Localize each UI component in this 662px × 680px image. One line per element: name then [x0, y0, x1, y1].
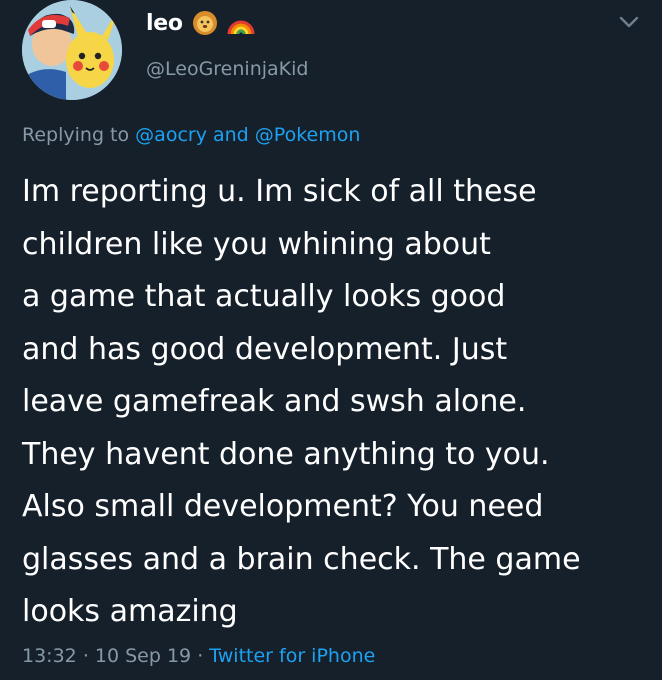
tweet: leo @LeoGreninjaKid Replying to @aocry a… — [0, 0, 662, 680]
tweet-line: leave gamefreak and swsh alone. — [22, 384, 527, 419]
tweet-line: glasses and a brain check. The game — [22, 541, 581, 577]
tweet-line: Also small development? You need — [22, 489, 544, 524]
tweet-line: a game that actually looks good — [22, 279, 506, 314]
display-name[interactable]: leo — [146, 10, 255, 36]
reply-conjunction: and — [213, 124, 249, 146]
tweet-meta: 13:32 · 10 Sep 19 · Twitter for iPhone — [22, 645, 375, 667]
mention-link-pokemon[interactable]: @Pokemon — [255, 124, 361, 146]
meta-separator: · — [82, 645, 89, 667]
tweet-line: children like you whining about — [22, 226, 491, 262]
tweet-time[interactable]: 13:32 — [22, 645, 77, 667]
tweet-date[interactable]: 10 Sep 19 — [95, 645, 191, 667]
avatar[interactable] — [22, 0, 122, 100]
reply-context: Replying to @aocry and @Pokemon — [22, 124, 360, 146]
meta-separator: · — [197, 645, 204, 667]
reply-prefix: Replying to — [22, 124, 130, 146]
lion-face-emoji — [191, 10, 219, 36]
tweet-text: Im reporting u. Im sick of all these chi… — [22, 166, 652, 639]
tweet-line: They havent done anything to you. — [22, 436, 550, 472]
display-name-text[interactable]: leo — [146, 11, 183, 36]
tweet-line: Im reporting u. Im sick of all these — [22, 174, 537, 209]
chevron-down-icon[interactable] — [618, 14, 640, 30]
rainbow-emoji — [227, 10, 255, 36]
mention-link-aocry[interactable]: @aocry — [135, 124, 207, 146]
tweet-line: looks amazing — [22, 594, 238, 629]
user-handle[interactable]: @LeoGreninjaKid — [146, 58, 308, 80]
tweet-line: and has good development. Just — [22, 331, 508, 367]
tweet-source-link[interactable]: Twitter for iPhone — [209, 645, 375, 667]
